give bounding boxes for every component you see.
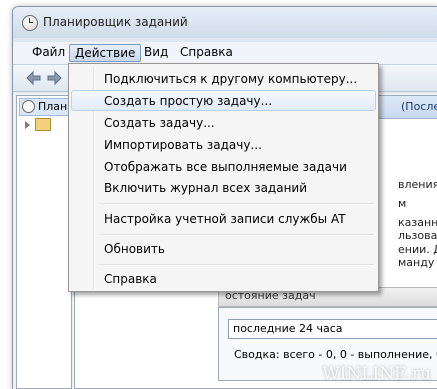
forward-arrow-icon[interactable] — [46, 70, 63, 86]
menu-item-import-task[interactable]: Импортировать задачу... — [71, 134, 376, 155]
description-text: льзовать — [398, 229, 437, 242]
menu-item-connect-computer[interactable]: Подключиться к другому компьютеру... — [71, 68, 376, 89]
menu-item-create-basic-task[interactable]: Создать простую задачу... — [71, 90, 376, 111]
menu-help[interactable]: Справка — [175, 44, 238, 62]
description-text: ении. Для — [398, 243, 437, 256]
tree-item-library[interactable] — [25, 118, 69, 132]
period-select-value: последние 24 часа — [233, 322, 343, 335]
header-text: (Последн — [401, 100, 437, 113]
period-select[interactable]: последние 24 часа — [228, 319, 437, 339]
tree-item-label: Плани — [38, 100, 71, 113]
tree-item-scheduler[interactable]: Плани — [19, 98, 71, 116]
menu-separator — [99, 234, 374, 236]
menu-item-create-task[interactable]: Создать задачу... — [71, 112, 376, 133]
expand-arrow-icon[interactable] — [25, 121, 30, 129]
description-text: вления — [398, 178, 437, 191]
title-bar[interactable]: Планировщик заданий — [13, 7, 437, 38]
clock-icon — [22, 100, 35, 113]
menu-item-refresh[interactable]: Обновить — [71, 238, 376, 259]
menu-item-at-service-account[interactable]: Настройка учетной записи службы AT — [71, 208, 376, 229]
summary-text: Сводка: всего - 0, 0 - выполнение, 0 — [234, 348, 437, 361]
menu-item-display-running-tasks[interactable]: Отображать все выполняемые задачи — [71, 156, 376, 177]
navigation-tree: Плани — [16, 95, 72, 389]
menu-file[interactable]: Файл — [27, 44, 70, 62]
menu-separator — [99, 264, 374, 266]
clock-icon — [22, 15, 38, 31]
menu-action[interactable]: Действие — [69, 44, 142, 62]
window-title: Планировщик заданий — [43, 15, 188, 29]
menu-view[interactable]: Вид — [139, 44, 173, 62]
back-arrow-icon[interactable] — [25, 70, 42, 86]
watermark: WINLINE.ru — [322, 364, 431, 384]
menu-item-help[interactable]: Справка — [71, 268, 376, 289]
description-text: м — [398, 197, 407, 210]
menu-separator — [99, 203, 374, 205]
description-text: манду в — [398, 256, 437, 269]
menu-bar: Файл Действие Вид Справка — [13, 42, 437, 65]
description-text: казанное — [398, 216, 437, 229]
menu-item-enable-history[interactable]: Включить журнал всех заданий — [71, 177, 376, 198]
folder-clock-icon — [35, 118, 51, 131]
action-menu: Подключиться к другому компьютеру... Соз… — [68, 63, 379, 292]
